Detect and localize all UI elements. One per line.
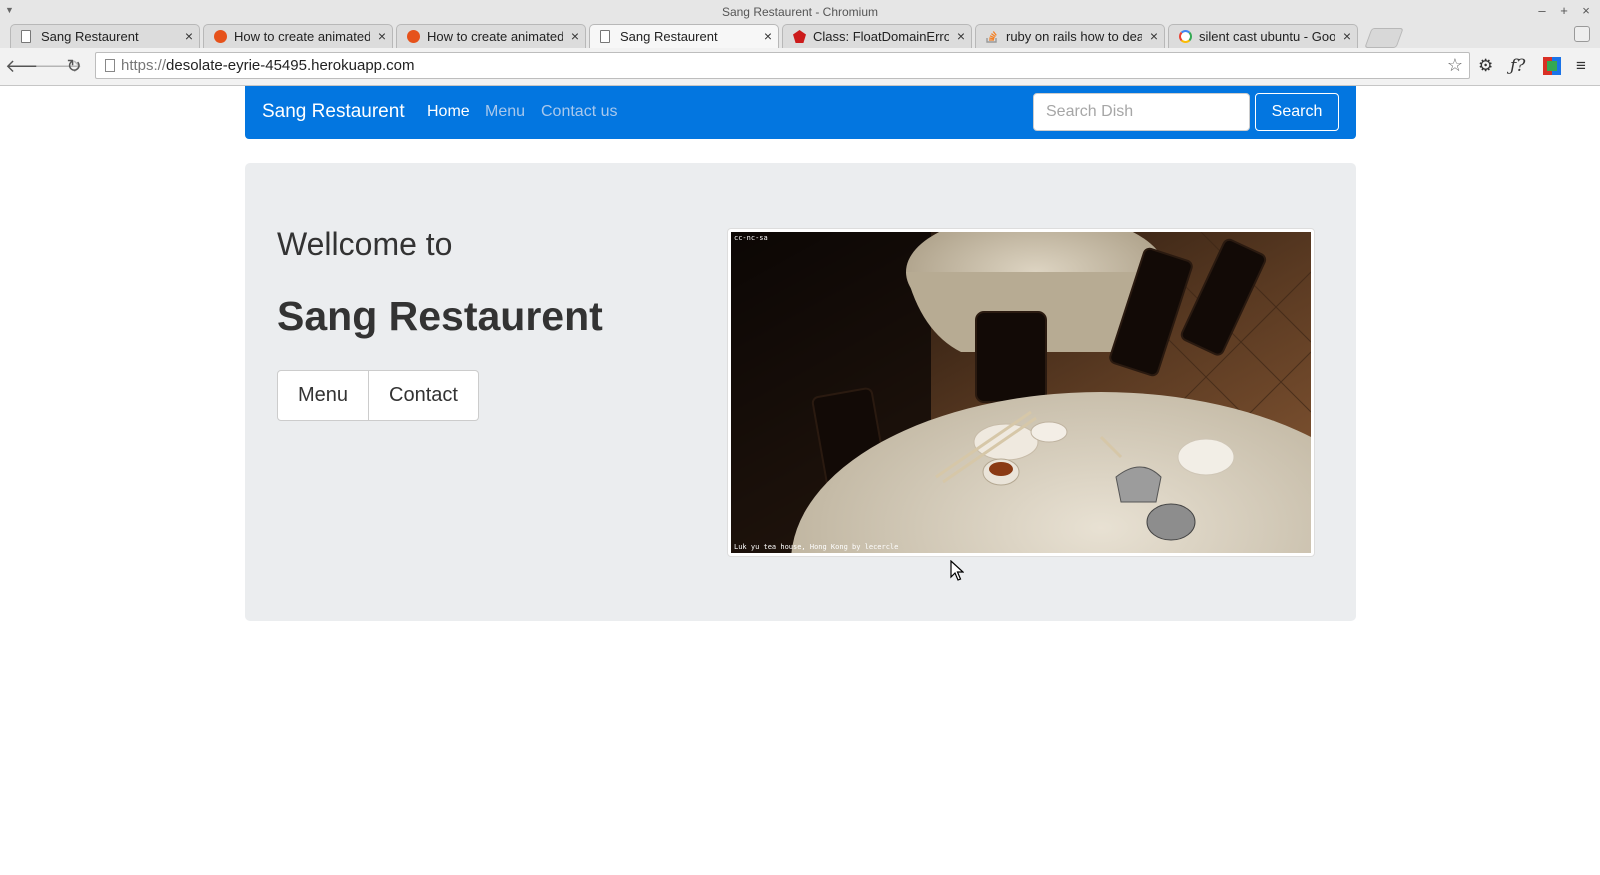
close-icon[interactable]: × [957, 28, 965, 44]
tab-google-search[interactable]: silent cast ubuntu - Goo × [1168, 24, 1358, 48]
reload-icon[interactable]: ↻ [63, 56, 85, 77]
minimize-icon[interactable]: – [1536, 3, 1548, 18]
nav-menu[interactable]: Menu [485, 103, 525, 121]
photo-caption: Luk yu tea house, Hong Kong by lecercle [734, 543, 899, 551]
tab-label: Sang Restaurent [620, 29, 718, 44]
site-navbar: Sang Restaurent Home Menu Contact us Sea… [245, 86, 1356, 139]
page-icon [21, 30, 31, 43]
close-icon[interactable]: × [185, 28, 193, 44]
tab-askubuntu-2[interactable]: How to create animated × [396, 24, 586, 48]
photo-license: cc-nc-sa [734, 234, 768, 242]
restaurant-photo: cc-nc-sa Luk yu tea house, Hong Kong by … [731, 232, 1311, 553]
address-bar[interactable]: https://desolate-eyrie-45495.herokuapp.c… [95, 52, 1470, 79]
forward-icon[interactable]: 🡒 [34, 56, 82, 77]
ruby-icon [793, 30, 806, 43]
tab-label: ruby on rails how to dea [1006, 29, 1142, 44]
askubuntu-icon [407, 30, 420, 43]
extension-icon[interactable] [1543, 57, 1561, 75]
search-button[interactable]: Search [1255, 93, 1339, 131]
new-tab-button[interactable] [1364, 28, 1404, 48]
tab-askubuntu-1[interactable]: How to create animated × [203, 24, 393, 48]
menu-icon[interactable]: ≡ [1576, 56, 1586, 76]
askubuntu-icon [214, 30, 227, 43]
tab-ruby-doc[interactable]: Class: FloatDomainError × [782, 24, 972, 48]
tab-label: silent cast ubuntu - Goo [1199, 29, 1335, 44]
brand-link[interactable]: Sang Restaurent [262, 101, 405, 123]
restaurant-photo-frame: cc-nc-sa Luk yu tea house, Hong Kong by … [727, 228, 1315, 557]
close-window-icon[interactable]: × [1580, 3, 1592, 18]
tab-label: Sang Restaurent [41, 29, 139, 44]
tab-label: How to create animated [234, 29, 370, 44]
mouse-cursor-icon [950, 560, 964, 581]
window-titlebar: ▼ Sang Restaurent - Chromium – + × [0, 0, 1600, 24]
font-ext-icon[interactable]: ƒ? [1510, 56, 1525, 76]
profile-icon[interactable] [1574, 26, 1590, 42]
nav-home[interactable]: Home [427, 103, 470, 121]
close-icon[interactable]: × [1343, 28, 1351, 44]
restaurant-photo-illustration [731, 232, 1311, 553]
restaurant-title: Sang Restaurent [277, 293, 603, 339]
page-icon [105, 59, 115, 72]
tab-sang-restaurent-1[interactable]: Sang Restaurent × [10, 24, 200, 48]
tab-sang-restaurent-active[interactable]: Sang Restaurent × [589, 24, 779, 48]
close-icon[interactable]: × [378, 28, 386, 44]
hero-button-group: Menu Contact [277, 370, 479, 421]
contact-button[interactable]: Contact [369, 370, 479, 421]
url-text: https://desolate-eyrie-45495.herokuapp.c… [121, 57, 415, 74]
stackoverflow-icon [986, 30, 999, 43]
google-icon [1179, 30, 1192, 43]
page-icon [600, 30, 610, 43]
nav-contact-us[interactable]: Contact us [541, 103, 617, 121]
back-icon[interactable]: 🡐 [5, 56, 53, 77]
search-dish-input[interactable] [1033, 93, 1250, 131]
bookmark-star-icon[interactable]: ☆ [1447, 55, 1463, 76]
close-icon[interactable]: × [1150, 28, 1158, 44]
tab-label: Class: FloatDomainError [813, 29, 949, 44]
hero-jumbotron: Wellcome to Sang Restaurent Menu Contact [245, 163, 1356, 621]
close-icon[interactable]: × [764, 28, 772, 44]
browser-toolbar: 🡐 🡒 ↻ https://desolate-eyrie-45495.herok… [0, 48, 1600, 86]
gear-icon[interactable]: ⚙ [1478, 56, 1493, 76]
tab-strip: Sang Restaurent × How to create animated… [0, 22, 1600, 48]
tab-stackoverflow[interactable]: ruby on rails how to dea × [975, 24, 1165, 48]
tab-label: How to create animated [427, 29, 563, 44]
welcome-heading: Wellcome to [277, 226, 453, 262]
window-controls: – + × [1536, 3, 1592, 18]
menu-button[interactable]: Menu [277, 370, 369, 421]
close-icon[interactable]: × [571, 28, 579, 44]
window-title: Sang Restaurent - Chromium [721, 5, 879, 19]
maximize-icon[interactable]: + [1558, 3, 1570, 18]
